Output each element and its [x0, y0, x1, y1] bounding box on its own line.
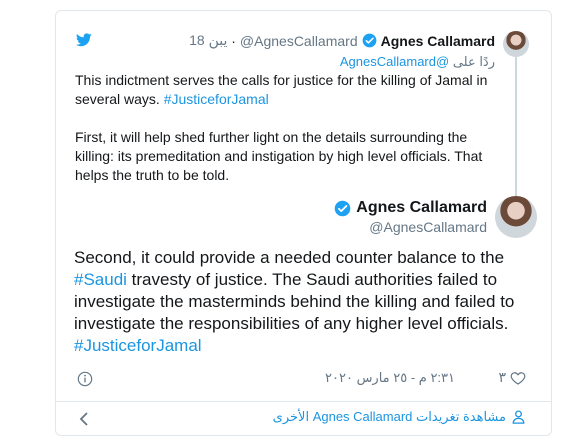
hashtag-justice-link[interactable]: #JusticeforJamal	[74, 336, 202, 355]
tweet-text-part1: Second, it could provide a needed counte…	[74, 248, 505, 267]
author-name[interactable]: Agnes Callamard	[356, 199, 487, 217]
twitter-bird-icon[interactable]	[76, 33, 92, 47]
replying-to: ردًا على @AgnesCallamard	[340, 54, 495, 70]
heart-icon	[510, 371, 526, 385]
like-button[interactable]: ٣	[498, 369, 526, 386]
tweet-text: Second, it could provide a needed counte…	[74, 247, 544, 357]
thread-connector-line	[515, 56, 517, 202]
chevron-left-icon[interactable]	[78, 412, 90, 426]
author-avatar[interactable]	[495, 196, 537, 238]
info-icon[interactable]	[77, 371, 93, 387]
tweet-text-part2: travesty of justice. The Saudi authoriti…	[74, 270, 515, 333]
parent-text-part1: This indictment serves the calls for jus…	[75, 72, 488, 107]
parent-tweet-text: This indictment serves the calls for jus…	[75, 71, 495, 185]
tweet-date[interactable]: ٢:٣١ م - ٢٥ مارس ٢٠٢٠	[325, 370, 455, 386]
person-icon	[512, 410, 525, 424]
author-name-row: Agnes Callamard	[334, 199, 487, 217]
author-handle[interactable]: @AgnesCallamard	[369, 219, 487, 235]
more-tweets-label: مشاهدة تغريدات Agnes Callamard الأخرى	[272, 409, 506, 424]
replying-handle-link[interactable]: @AgnesCallamard	[340, 54, 449, 69]
like-count: ٣	[498, 369, 506, 385]
parent-tweet-header: 18 يبن · @AgnesCallamard Agnes Callamard	[189, 32, 495, 49]
hashtag-saudi-link[interactable]: #Saudi	[74, 270, 127, 289]
parent-text-part2: First, it will help shed further light o…	[75, 129, 483, 183]
parent-author-avatar[interactable]	[503, 31, 529, 57]
replying-prefix: ردًا على	[452, 54, 495, 69]
parent-tweet-time[interactable]: 18 يبن	[189, 32, 227, 49]
parent-author-handle[interactable]: @AgnesCallamard	[240, 33, 358, 49]
parent-author-name[interactable]: Agnes Callamard	[381, 33, 495, 49]
embedded-tweet-card: 18 يبن · @AgnesCallamard Agnes Callamard…	[55, 10, 552, 436]
verified-badge-icon	[362, 33, 376, 48]
verified-badge-icon	[334, 200, 351, 216]
more-tweets-link[interactable]: مشاهدة تغريدات Agnes Callamard الأخرى	[273, 409, 525, 425]
hashtag-link[interactable]: #JusticeforJamal	[164, 91, 269, 107]
footer-divider	[56, 401, 551, 402]
